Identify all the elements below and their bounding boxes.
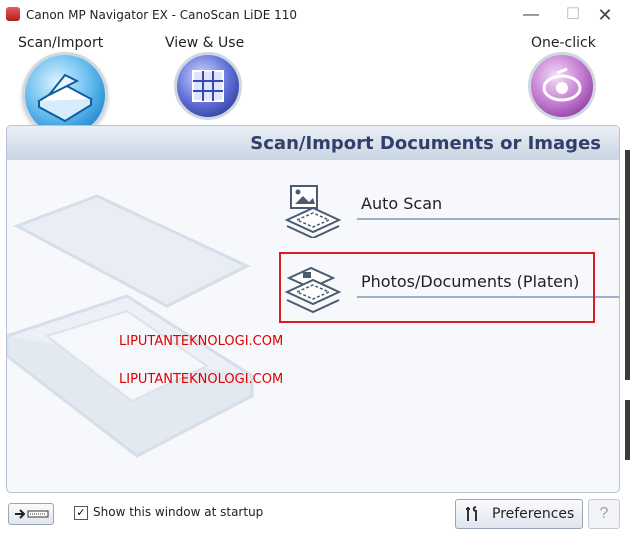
mode-label-one-click: One-click: [531, 35, 596, 51]
mode-switch-icon: [15, 509, 49, 519]
preferences-label: Preferences: [492, 506, 575, 522]
mode-label-view-use: View & Use: [165, 35, 245, 51]
auto-scan-underline: [357, 218, 619, 220]
show-at-startup-checkbox[interactable]: ✓: [74, 506, 88, 520]
background-window-edge: [625, 150, 630, 380]
watermark-text: LIPUTANTEKNOLOGI.COM: [119, 372, 284, 387]
panel-title: Scan/Import Documents or Images: [250, 133, 601, 154]
minimize-button[interactable]: —: [510, 0, 552, 30]
background-window-edge: [625, 400, 630, 460]
photo-grid-icon: [192, 70, 224, 102]
view-use-mode-button[interactable]: [174, 52, 242, 120]
close-button[interactable]: ✕: [580, 0, 630, 30]
scan-import-panel: Scan/Import Documents or Images Auto Sca…: [6, 125, 620, 493]
window-title: Canon MP Navigator EX - CanoScan LiDE 11…: [26, 8, 298, 22]
mode-switch-button[interactable]: [8, 503, 54, 525]
watermark-text: LIPUTANTEKNOLOGI.COM: [119, 334, 284, 349]
one-click-mode-button[interactable]: [528, 52, 596, 120]
panel-header: Scan/Import Documents or Images: [7, 126, 619, 160]
app-icon: [6, 7, 20, 21]
scanner-icon: [36, 73, 94, 123]
one-click-icon: [542, 67, 582, 102]
bottom-bar: ✓ Show this window at startup Preference…: [0, 497, 630, 537]
show-at-startup-label: Show this window at startup: [93, 505, 264, 519]
help-label: ?: [599, 505, 609, 522]
auto-scan-icon: [284, 185, 342, 238]
auto-scan-button[interactable]: Auto Scan: [277, 178, 619, 248]
help-button[interactable]: ?: [588, 499, 620, 529]
auto-scan-label: Auto Scan: [361, 194, 443, 213]
preferences-icon: [466, 506, 477, 521]
highlight-annotation: [279, 252, 595, 323]
preferences-button[interactable]: Preferences: [455, 499, 583, 529]
title-bar: Canon MP Navigator EX - CanoScan LiDE 11…: [0, 0, 630, 31]
mode-label-scan-import: Scan/Import: [18, 35, 104, 51]
